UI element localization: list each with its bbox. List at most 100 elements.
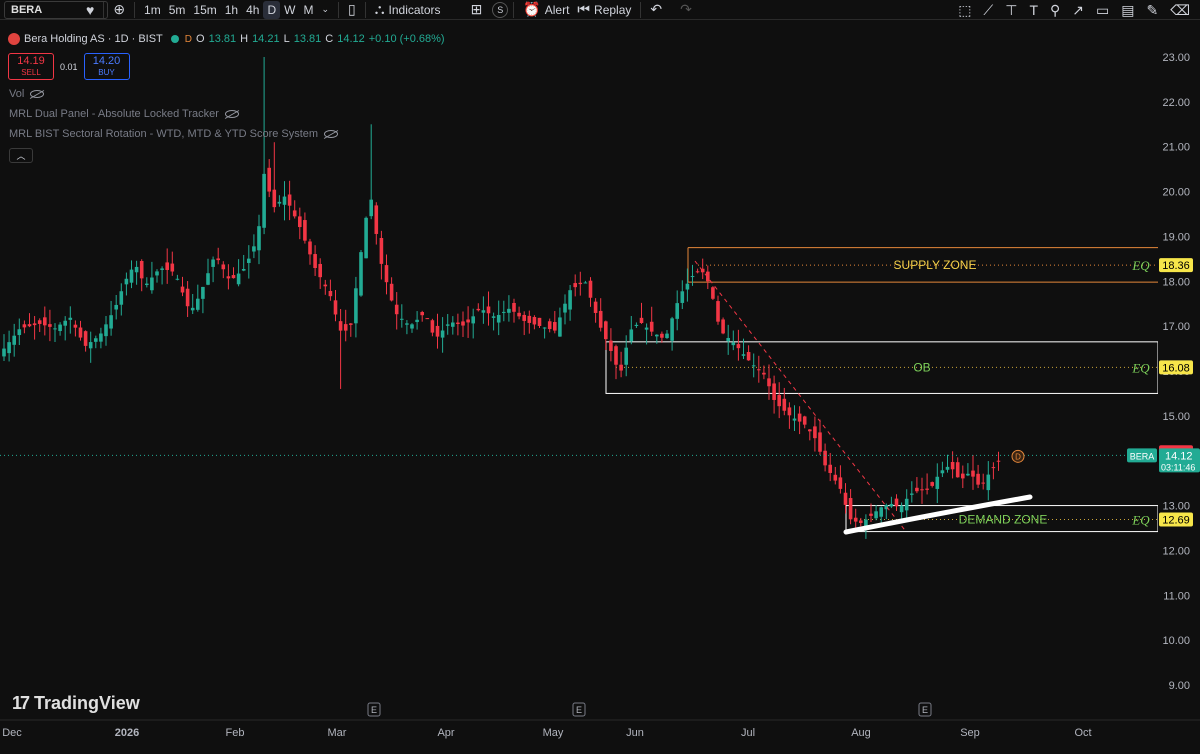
redo-icon[interactable]: ↷ <box>676 1 696 19</box>
brush-icon[interactable]: ✎ <box>1146 2 1158 19</box>
trend-line-icon[interactable]: ⟋ <box>983 2 993 19</box>
text-tool-icon[interactable]: T <box>1029 2 1038 18</box>
candle-body <box>114 304 118 310</box>
candle-body <box>961 473 965 479</box>
candle-body <box>945 466 950 470</box>
stack-button[interactable]: S <box>492 1 509 18</box>
candle-body <box>150 277 154 291</box>
price-tick-label: 10.00 <box>1162 635 1190 647</box>
alert-button[interactable]: ⏰ Alert <box>519 1 573 19</box>
favorite-icon[interactable]: ♥ <box>82 1 98 19</box>
candle-body <box>833 474 838 481</box>
timeframe-m-button[interactable]: M <box>299 1 317 19</box>
candle-body <box>369 199 373 217</box>
candle-body <box>639 317 644 324</box>
candle-body <box>940 470 945 474</box>
candle-body <box>578 282 583 285</box>
candle-body <box>298 216 302 228</box>
horizontal-ray-icon[interactable]: ⊤ <box>1005 2 1017 19</box>
candle-body <box>792 418 797 421</box>
collapse-legend-button[interactable]: ︿ <box>9 148 33 163</box>
price-tick-label: 15.00 <box>1162 411 1190 423</box>
hidden-eye-icon[interactable] <box>224 110 239 118</box>
indicator-vol[interactable]: Vol <box>9 88 45 100</box>
candle-body <box>777 394 781 407</box>
candle-body <box>63 320 67 326</box>
candle-body <box>757 369 761 371</box>
timeframe-dropdown-icon[interactable]: ⌄ <box>317 1 333 19</box>
candle-body <box>542 327 547 329</box>
timeframe-4h-button[interactable]: 4h <box>242 1 263 19</box>
candle-body <box>323 284 328 287</box>
candle-body <box>435 325 440 337</box>
price-tick-label: 17.00 <box>1162 321 1190 333</box>
templates-icon[interactable]: ⊞ <box>467 1 487 19</box>
candle-body <box>553 322 557 331</box>
indicator-dual-panel-label: MRL Dual Panel - Absolute Locked Tracker <box>9 108 219 120</box>
timeframe-15m-button[interactable]: 15m <box>189 1 220 19</box>
candle-body <box>420 312 424 316</box>
candle-body <box>247 258 251 263</box>
undo-icon[interactable]: ↶ <box>646 1 666 19</box>
candle-body <box>180 286 185 293</box>
select-box-icon[interactable]: ⬚ <box>958 2 971 19</box>
candle-body <box>94 338 98 342</box>
timeframe-d-button[interactable]: D <box>263 0 281 19</box>
close-label: C <box>325 33 334 45</box>
candle-body <box>593 301 598 313</box>
candle-body <box>680 291 685 303</box>
candle-body <box>282 196 287 205</box>
candle-body <box>981 482 985 484</box>
open-label: O <box>196 33 205 45</box>
candle-body <box>491 316 496 318</box>
price-tick-label: 13.00 <box>1162 501 1190 513</box>
candle-body <box>899 505 904 513</box>
candle-body <box>874 511 878 519</box>
buy-button[interactable]: 14.20 BUY <box>83 53 130 80</box>
candle-body <box>2 348 6 357</box>
indicator-dual-panel[interactable]: MRL Dual Panel - Absolute Locked Tracker <box>9 108 239 120</box>
measure-icon[interactable]: ▭ <box>1096 2 1109 19</box>
indicator-sectoral-rotation[interactable]: MRL BIST Sectoral Rotation - WTD, MTD & … <box>9 128 339 140</box>
dashed-trend-line <box>694 260 906 531</box>
candle-body <box>619 364 623 371</box>
hidden-eye-icon[interactable] <box>30 90 45 98</box>
symbol-legend: Bera Holding AS · 1D · BIST D O 13.81 H 14… <box>8 33 445 45</box>
timeframe-w-button[interactable]: W <box>280 1 299 19</box>
candle-body <box>343 324 348 331</box>
indicator-sectoral-rotation-label: MRL BIST Sectoral Rotation - WTD, MTD & … <box>9 128 319 140</box>
hidden-eye-icon[interactable] <box>324 130 339 138</box>
candle-body <box>190 307 195 311</box>
pattern-tool-icon[interactable]: ⚲ <box>1050 2 1060 19</box>
replay-button[interactable]: ⏮ Replay <box>573 1 635 19</box>
candle-body <box>609 340 613 351</box>
candle-body <box>537 317 542 326</box>
timeframe-5m-button[interactable]: 5m <box>165 1 190 19</box>
candle-body <box>486 306 491 314</box>
chart-type-icon[interactable]: ▯ <box>344 1 360 19</box>
candle-body <box>955 462 960 478</box>
candle-body <box>838 477 843 489</box>
candle-body <box>206 273 210 285</box>
candle-body <box>665 333 669 339</box>
candle-body <box>879 507 883 517</box>
time-tick-label: Jun <box>626 727 644 739</box>
arrow-tool-icon[interactable]: ↗ <box>1072 2 1084 19</box>
candle-body <box>685 283 690 290</box>
timeframe-1m-button[interactable]: 1m <box>140 1 165 19</box>
top-toolbar: BERA ♥ ⊕ 1m 5m 15m 1h 4h D W M ⌄ ▯ ⛬ Indicators… <box>0 0 1200 20</box>
earnings-marker-label: E <box>371 705 377 715</box>
candle-body <box>400 318 404 320</box>
candle-body <box>272 189 277 208</box>
candle-body <box>328 290 333 297</box>
candle-body <box>12 335 16 345</box>
candle-body <box>848 498 853 520</box>
compare-add-icon[interactable]: ⊕ <box>109 1 129 19</box>
indicators-button[interactable]: ⛬ Indicators <box>371 1 445 19</box>
candle-body <box>675 303 679 319</box>
sell-button[interactable]: 14.19 SELL <box>8 53 54 80</box>
timeframe-1h-button[interactable]: 1h <box>221 1 242 19</box>
forecast-icon[interactable]: ▤ <box>1121 2 1134 19</box>
eraser-icon[interactable]: ⌫ <box>1170 2 1190 19</box>
candle-body <box>277 201 282 204</box>
